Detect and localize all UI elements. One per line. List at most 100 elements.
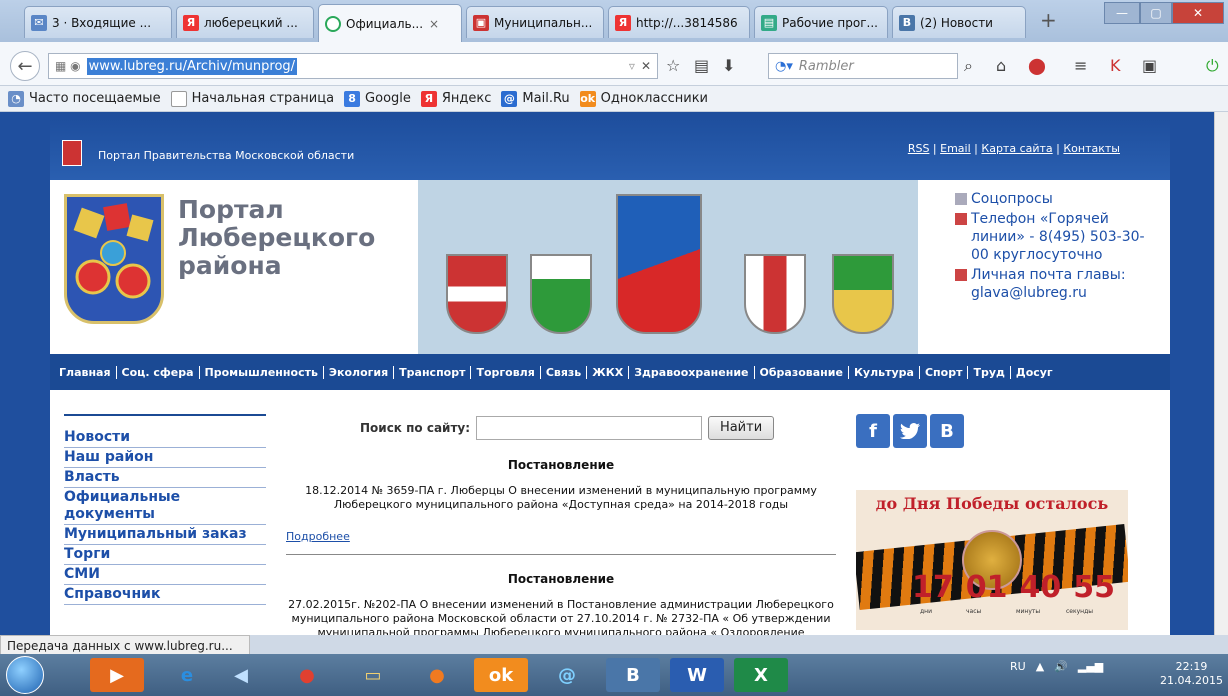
left-menu-news[interactable]: Новости: [64, 428, 266, 448]
vk-icon[interactable]: В: [606, 658, 660, 692]
nav-item-transport[interactable]: Транспорт: [394, 365, 472, 379]
sitemap-link[interactable]: Карта сайта: [981, 142, 1052, 155]
dropdown-arrow-icon[interactable]: ▿: [629, 59, 635, 73]
site-search-input[interactable]: [476, 416, 703, 440]
more-link[interactable]: Подробнее: [286, 530, 350, 543]
nav-item-home[interactable]: Главная: [54, 365, 117, 379]
left-menu-our-district[interactable]: Наш район: [64, 448, 266, 468]
moscow-region-crest-icon[interactable]: [62, 140, 82, 166]
left-menu-directory[interactable]: Справочник: [64, 585, 266, 605]
browser-tab-active[interactable]: Официаль... ×: [318, 4, 462, 42]
network-icon[interactable]: ▂▄▆: [1078, 660, 1103, 673]
site-banner: Портал Люберецкого района Соцопросы Теле…: [50, 180, 1170, 354]
firefox-icon[interactable]: ●: [410, 658, 464, 692]
sound-icon[interactable]: ◀: [214, 658, 268, 692]
odnoklassniki-icon[interactable]: ok: [474, 658, 528, 692]
menu-icon[interactable]: ≡: [1074, 56, 1087, 75]
bookmark-icon: ◔: [8, 90, 24, 107]
news-text: 18.12.2014 № 3659-ПА г. Люберцы О внесен…: [305, 484, 817, 511]
star-bookmark-icon[interactable]: ☆: [666, 56, 680, 75]
bookmark-item[interactable]: ◔ Часто посещаемые: [8, 90, 161, 107]
left-menu-municipal-order[interactable]: Муниципальный заказ: [64, 525, 266, 545]
nav-item-health[interactable]: Здравоохранение: [629, 365, 755, 379]
address-bar[interactable]: ▦ ◉ www.lubreg.ru/Archiv/munprog/ ▿ ✕: [48, 53, 658, 79]
browser-tab[interactable]: ✉ 3 · Входящие ...: [24, 6, 172, 38]
head-email-link[interactable]: Личная почта главы: glava@lubreg.ru: [955, 266, 1160, 302]
bookmark-item[interactable]: Я Яндекс: [420, 90, 491, 107]
stop-icon[interactable]: ✕: [641, 59, 651, 73]
email-link[interactable]: Email: [940, 142, 971, 155]
extension-icon[interactable]: ▣: [1142, 56, 1157, 75]
twitter-icon[interactable]: [893, 414, 927, 448]
maximize-window-icon[interactable]: ▢: [1140, 2, 1172, 24]
vk-icon[interactable]: В: [930, 414, 964, 448]
nav-item-education[interactable]: Образование: [755, 365, 849, 379]
search-bar[interactable]: ◔▾ Rambler: [768, 53, 958, 79]
url-text[interactable]: www.lubreg.ru/Archiv/munprog/: [86, 57, 298, 75]
browser-tab[interactable]: ▣ Муниципальн...: [466, 6, 604, 38]
tray-arrow-icon[interactable]: ▲: [1036, 660, 1044, 673]
kaspersky-icon[interactable]: K: [1110, 56, 1121, 75]
contacts-link[interactable]: Контакты: [1063, 142, 1120, 155]
portal-title: Портал Люберецкого района: [178, 196, 375, 280]
nav-item-housing[interactable]: ЖКХ: [587, 365, 630, 379]
mail-agent-icon[interactable]: @: [540, 658, 594, 692]
language-indicator[interactable]: RU: [1010, 660, 1026, 673]
word-icon[interactable]: W: [670, 658, 724, 692]
bookmark-item[interactable]: @ Mail.Ru: [501, 90, 570, 107]
hotline-info[interactable]: Телефон «Горячей линии» - 8(495) 503-30-…: [955, 210, 1160, 264]
browser-tab[interactable]: ▤ Рабочие прог...: [754, 6, 888, 38]
nav-item-labor[interactable]: Труд: [968, 365, 1011, 379]
folder-icon[interactable]: ▭: [346, 658, 400, 692]
system-clock[interactable]: 22:19 21.04.2015: [1160, 660, 1223, 688]
gov-portal-link[interactable]: Портал Правительства Московской области: [98, 149, 354, 162]
back-arrow-icon[interactable]: ←: [10, 51, 40, 81]
rss-link[interactable]: RSS: [908, 142, 930, 155]
new-tab-button[interactable]: +: [1040, 8, 1057, 32]
tab-label: Официаль...: [346, 16, 424, 31]
tab-close-icon[interactable]: ×: [429, 17, 439, 31]
nav-item-social[interactable]: Соц. сфера: [117, 365, 200, 379]
search-icon[interactable]: ⌕: [964, 56, 973, 76]
news-divider: [286, 554, 836, 555]
nav-item-trade[interactable]: Торговля: [471, 365, 541, 379]
browser-tab[interactable]: Я http://...3814586: [608, 6, 750, 38]
nav-item-sport[interactable]: Спорт: [920, 365, 969, 379]
countdown-unit: минуты: [1016, 608, 1041, 615]
browser-tab[interactable]: В (2) Новости: [892, 6, 1026, 38]
facebook-icon[interactable]: f: [856, 414, 890, 448]
left-menu-official-documents[interactable]: Официальные документы: [64, 488, 266, 525]
left-menu-tenders[interactable]: Торги: [64, 545, 266, 565]
volume-icon[interactable]: 🔊: [1054, 660, 1068, 673]
victory-day-countdown[interactable]: до Дня Победы осталось 17 01 40 55 дни ч…: [856, 490, 1128, 630]
reading-list-icon[interactable]: ▤: [694, 56, 709, 75]
excel-icon[interactable]: X: [734, 658, 788, 692]
site-logo[interactable]: Портал Люберецкого района: [60, 194, 390, 344]
left-menu-media[interactable]: СМИ: [64, 565, 266, 585]
media-player-icon[interactable]: ▶: [90, 658, 144, 692]
download-icon[interactable]: ⬇: [722, 56, 735, 75]
bookmark-item[interactable]: Начальная страница: [170, 90, 334, 107]
power-icon[interactable]: ⏻: [1206, 56, 1219, 76]
nav-item-leisure[interactable]: Досуг: [1011, 366, 1058, 379]
search-button[interactable]: Найти: [708, 416, 775, 440]
poll-link[interactable]: Соцопросы: [955, 190, 1160, 208]
nav-item-industry[interactable]: Промышленность: [200, 365, 324, 379]
home-icon[interactable]: ⌂: [996, 56, 1006, 75]
windows-start-icon[interactable]: [6, 656, 44, 694]
bookmark-item[interactable]: ok Одноклассники: [579, 90, 708, 107]
nav-item-communication[interactable]: Связь: [541, 365, 588, 379]
government-header: Портал Правительства Московской области …: [50, 112, 1170, 180]
browser-tab[interactable]: Я люберецкий ...: [176, 6, 314, 38]
nav-item-culture[interactable]: Культура: [849, 365, 920, 379]
chrome-icon[interactable]: ●: [280, 658, 334, 692]
close-window-icon[interactable]: ✕: [1172, 2, 1224, 24]
left-menu-authority[interactable]: Власть: [64, 468, 266, 488]
vertical-scrollbar[interactable]: [1214, 112, 1228, 635]
nav-item-ecology[interactable]: Экология: [324, 365, 395, 379]
minimize-window-icon[interactable]: —: [1104, 2, 1140, 24]
internet-explorer-icon[interactable]: e: [160, 658, 214, 692]
identity-icon[interactable]: ▦ ◉: [55, 59, 81, 73]
adblock-icon[interactable]: ⬤: [1028, 56, 1046, 75]
bookmark-item[interactable]: 8 Google: [344, 90, 411, 107]
